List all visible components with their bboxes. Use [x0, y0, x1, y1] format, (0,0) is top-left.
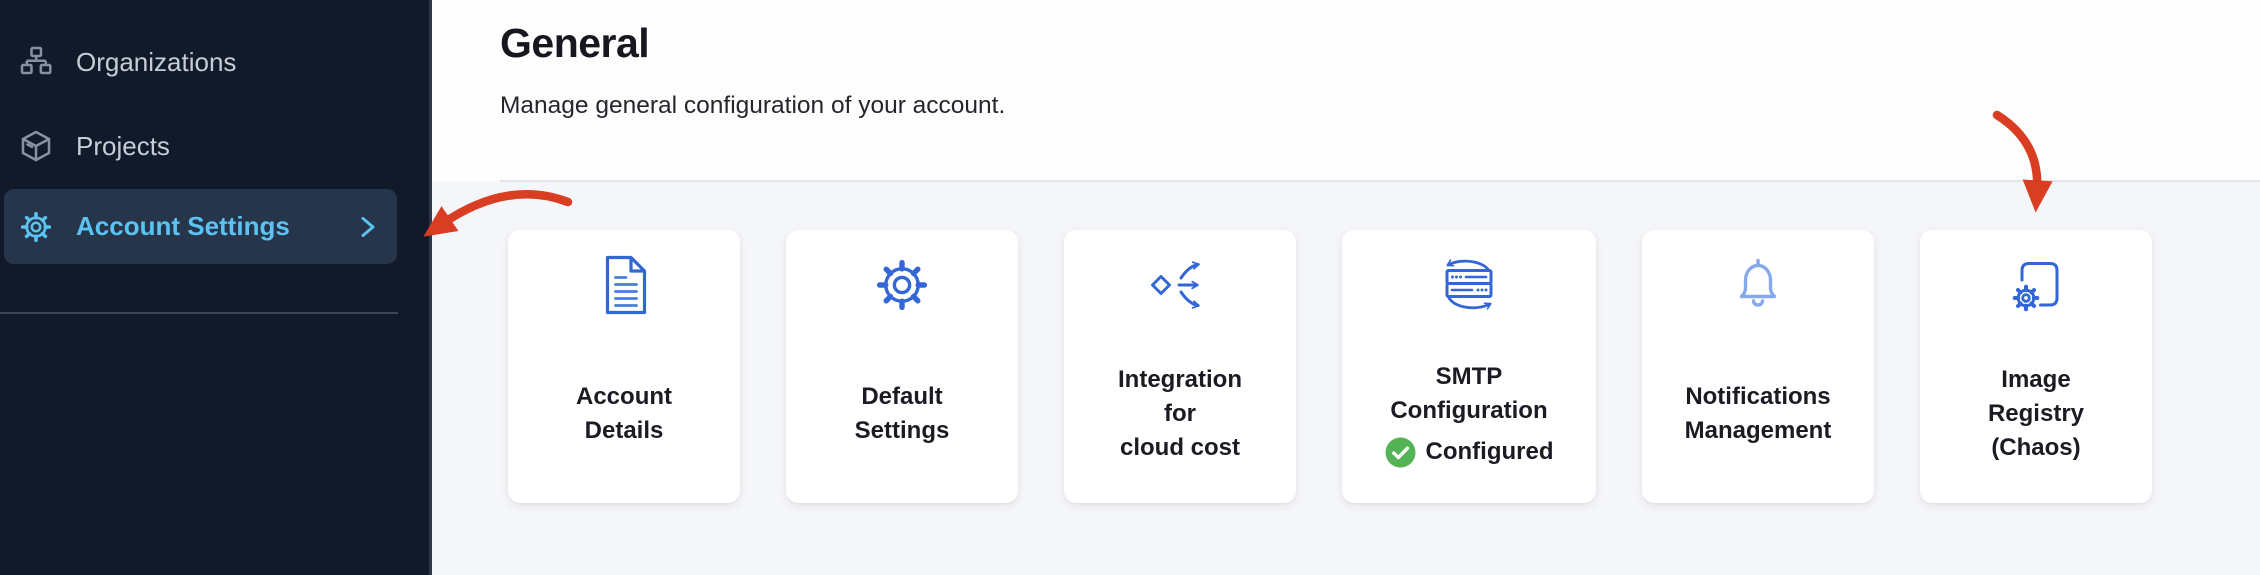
server-sync-icon — [1430, 252, 1508, 318]
card-row: Account Details — [508, 230, 2152, 503]
status-label: Configured — [1426, 438, 1554, 466]
card-integration-cloud-cost[interactable]: Integration for cloud cost — [1064, 230, 1296, 503]
sidebar-item-projects[interactable]: Projects — [0, 104, 429, 188]
card-label: Account Details — [576, 380, 672, 448]
card-label: Default Settings — [855, 380, 950, 448]
sidebar-divider — [0, 312, 398, 314]
page-subtitle: Manage general configuration of your acc… — [500, 92, 1005, 120]
registry-gear-icon — [2005, 252, 2067, 318]
org-chart-icon — [18, 44, 54, 80]
sidebar-item-label: Organizations — [76, 47, 236, 78]
check-circle-icon — [1385, 437, 1416, 468]
settings-card-area: Account Details — [432, 182, 2260, 575]
gear-icon — [873, 252, 931, 318]
chevron-right-icon — [357, 214, 379, 240]
app-root: Organizations Projects — [0, 0, 2260, 575]
branch-arrows-icon — [1148, 252, 1212, 318]
sidebar-item-account-settings[interactable]: Account Settings — [4, 189, 397, 264]
sidebar: Organizations Projects — [0, 0, 432, 575]
cube-icon — [18, 128, 54, 164]
card-label: SMTP Configuration — [1390, 360, 1547, 428]
smtp-status-badge: Configured — [1385, 437, 1554, 468]
page-title: General — [500, 20, 649, 67]
document-icon — [595, 252, 653, 318]
card-label: Image Registry (Chaos) — [1988, 363, 2084, 465]
card-label: Integration for cloud cost — [1118, 363, 1242, 465]
card-default-settings[interactable]: Default Settings — [786, 230, 1018, 503]
card-notifications-management[interactable]: Notifications Management — [1642, 230, 1874, 503]
bell-icon — [1731, 252, 1785, 318]
card-image-registry-chaos[interactable]: Image Registry (Chaos) — [1920, 230, 2152, 503]
gear-icon — [18, 209, 54, 245]
main-content: General Manage general configuration of … — [432, 0, 2260, 575]
sidebar-item-organizations[interactable]: Organizations — [0, 20, 429, 104]
sidebar-item-label: Account Settings — [76, 211, 290, 242]
card-smtp-configuration[interactable]: SMTP Configuration Configured — [1342, 230, 1596, 503]
sidebar-item-label: Projects — [76, 131, 170, 162]
card-label: Notifications Management — [1685, 380, 1832, 448]
card-account-details[interactable]: Account Details — [508, 230, 740, 503]
page-header: General Manage general configuration of … — [432, 0, 2260, 181]
